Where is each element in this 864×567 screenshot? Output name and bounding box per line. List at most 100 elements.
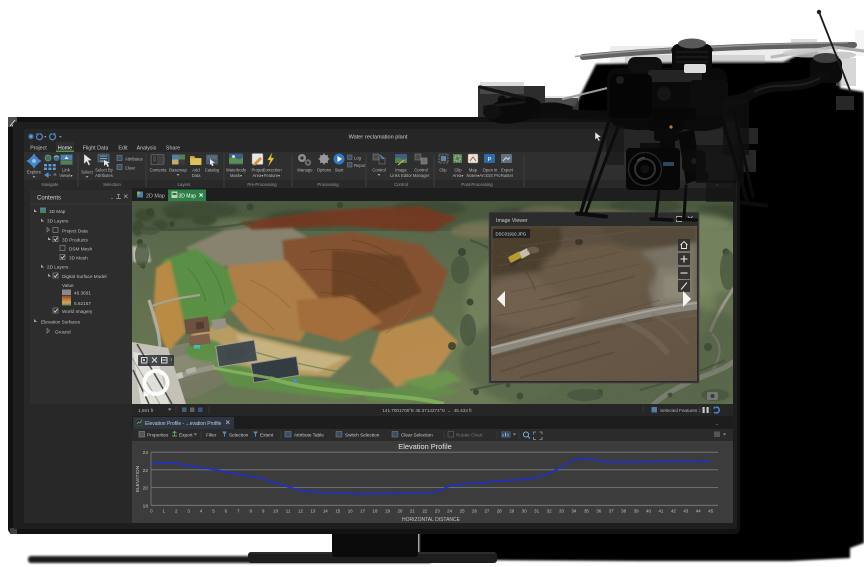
svg-text:Pre-Processing: Pre-Processing xyxy=(247,182,277,187)
svg-text:Contents: Contents xyxy=(150,168,167,173)
svg-text:18: 18 xyxy=(143,503,149,509)
svg-text:World Imagery: World Imagery xyxy=(62,309,93,314)
svg-text:25: 25 xyxy=(460,509,465,514)
svg-text:18: 18 xyxy=(373,509,378,514)
svg-text:Catalog: Catalog xyxy=(205,168,220,173)
svg-text:22: 22 xyxy=(143,468,149,474)
svg-text:31: 31 xyxy=(534,509,539,514)
svg-text:Selection: Selection xyxy=(229,433,249,438)
svg-text:12: 12 xyxy=(298,509,303,514)
svg-text:16: 16 xyxy=(348,509,353,514)
svg-text:Control: Control xyxy=(414,168,428,173)
svg-text:141.7001706°E 45.3714274°N ⌄: 141.7001706°E 45.3714274°N ⌄ 45.433 ft xyxy=(382,408,472,413)
svg-text:Select By: Select By xyxy=(95,168,114,173)
svg-text:13: 13 xyxy=(310,509,315,514)
svg-text:Attribute Table: Attribute Table xyxy=(294,433,324,438)
svg-text:Selected Features 1: Selected Features 1 xyxy=(660,408,702,413)
svg-text:Raster: Raster xyxy=(501,173,514,178)
svg-text:Image Viewer: Image Viewer xyxy=(496,218,528,224)
svg-text:Notes▾: Notes▾ xyxy=(466,173,479,178)
svg-text:Contents: Contents xyxy=(37,196,61,202)
svg-text:Export: Export xyxy=(501,168,514,173)
svg-text:Waterbody: Waterbody xyxy=(226,168,247,173)
svg-text:38: 38 xyxy=(621,509,626,514)
svg-text:43: 43 xyxy=(683,509,688,514)
svg-text:Flight Data: Flight Data xyxy=(83,146,109,152)
svg-text:11: 11 xyxy=(286,509,291,514)
svg-text:20: 20 xyxy=(397,509,402,514)
svg-text:Manage: Manage xyxy=(297,168,313,173)
svg-text:Data: Data xyxy=(192,173,202,178)
svg-text:3D Map: 3D Map xyxy=(49,209,66,214)
svg-text:Filter: Filter xyxy=(206,433,217,438)
svg-text:Water reclamation plant: Water reclamation plant xyxy=(349,135,408,141)
svg-text:Digital Surface Model: Digital Surface Model xyxy=(62,274,107,279)
svg-text:24: 24 xyxy=(447,509,452,514)
svg-text:20: 20 xyxy=(143,485,149,491)
svg-text:Report: Report xyxy=(354,163,367,168)
svg-text:Share: Share xyxy=(166,146,180,152)
svg-text:Clear Selection: Clear Selection xyxy=(401,433,433,438)
svg-text:15: 15 xyxy=(335,509,340,514)
svg-text:34: 34 xyxy=(571,509,576,514)
svg-text:3D Layers: 3D Layers xyxy=(47,219,69,224)
svg-text:Image: Image xyxy=(395,168,407,173)
svg-text:Control: Control xyxy=(372,168,386,173)
svg-text:Home: Home xyxy=(58,146,72,152)
svg-text:Options: Options xyxy=(317,168,331,173)
svg-text:10: 10 xyxy=(273,509,278,514)
svg-text:Navigate: Navigate xyxy=(42,182,60,187)
svg-text:23: 23 xyxy=(435,509,440,514)
svg-text:46.3691: 46.3691 xyxy=(74,291,91,296)
svg-text:37: 37 xyxy=(609,509,614,514)
svg-text:40: 40 xyxy=(646,509,651,514)
svg-text:Open in: Open in xyxy=(483,168,498,173)
svg-text:Add: Add xyxy=(192,168,200,173)
svg-text:30: 30 xyxy=(522,509,527,514)
svg-text:2D Map: 2D Map xyxy=(146,194,165,200)
svg-text:DSC01910.JPG: DSC01910.JPG xyxy=(496,232,527,237)
svg-text:HORIZONTAL DISTANCE: HORIZONTAL DISTANCE xyxy=(402,517,461,523)
svg-text:Elevation Surfaces: Elevation Surfaces xyxy=(41,320,81,325)
svg-text:Area▾: Area▾ xyxy=(253,173,264,178)
svg-text:42: 42 xyxy=(671,509,676,514)
svg-text:Ground: Ground xyxy=(55,330,71,335)
svg-text:ArcGIS Pro: ArcGIS Pro xyxy=(479,173,501,178)
svg-text:ELEVATION: ELEVATION xyxy=(135,465,141,492)
svg-text:Basemap: Basemap xyxy=(169,168,187,173)
svg-text:Mask▾: Mask▾ xyxy=(230,173,242,178)
svg-text:Clip: Clip xyxy=(439,168,447,173)
svg-text:Layers: Layers xyxy=(178,182,191,187)
svg-text:Log: Log xyxy=(354,156,362,161)
svg-text:21: 21 xyxy=(410,509,415,514)
svg-text:Extent: Extent xyxy=(260,433,274,438)
svg-text:Clip: Clip xyxy=(454,168,462,173)
svg-text:22: 22 xyxy=(422,509,427,514)
svg-text:Elevation Profile - ...evation: Elevation Profile - ...evation Profile xyxy=(145,421,222,427)
svg-text:Edit: Edit xyxy=(118,146,128,152)
svg-text:28: 28 xyxy=(497,509,502,514)
svg-text:27: 27 xyxy=(484,509,489,514)
svg-text:41: 41 xyxy=(658,509,663,514)
svg-text:Views▾: Views▾ xyxy=(59,173,72,178)
svg-text:Feature▾: Feature▾ xyxy=(264,173,281,178)
svg-text:Map: Map xyxy=(469,168,478,173)
svg-text:Processing: Processing xyxy=(317,182,339,187)
svg-text:17: 17 xyxy=(360,509,365,514)
svg-text:29: 29 xyxy=(509,509,514,514)
svg-text:3D Products: 3D Products xyxy=(62,238,88,243)
svg-text:5.62157: 5.62157 xyxy=(74,301,91,306)
svg-text:Rotate Chart: Rotate Chart xyxy=(456,433,483,438)
svg-text:Value: Value xyxy=(62,283,74,288)
svg-text:32: 32 xyxy=(547,509,552,514)
svg-text:2D Layers: 2D Layers xyxy=(47,265,69,270)
svg-text:Analysis: Analysis xyxy=(137,146,157,152)
svg-text:Start: Start xyxy=(335,168,345,173)
svg-text:1,581 ft: 1,581 ft xyxy=(138,408,154,413)
svg-text:⌄: ⌄ xyxy=(110,195,114,201)
svg-text:Project Data: Project Data xyxy=(62,229,88,234)
svg-text:Link: Link xyxy=(62,168,71,173)
svg-text:24: 24 xyxy=(143,450,149,456)
svg-text:Properties: Properties xyxy=(147,433,169,438)
svg-text:14: 14 xyxy=(323,509,328,514)
